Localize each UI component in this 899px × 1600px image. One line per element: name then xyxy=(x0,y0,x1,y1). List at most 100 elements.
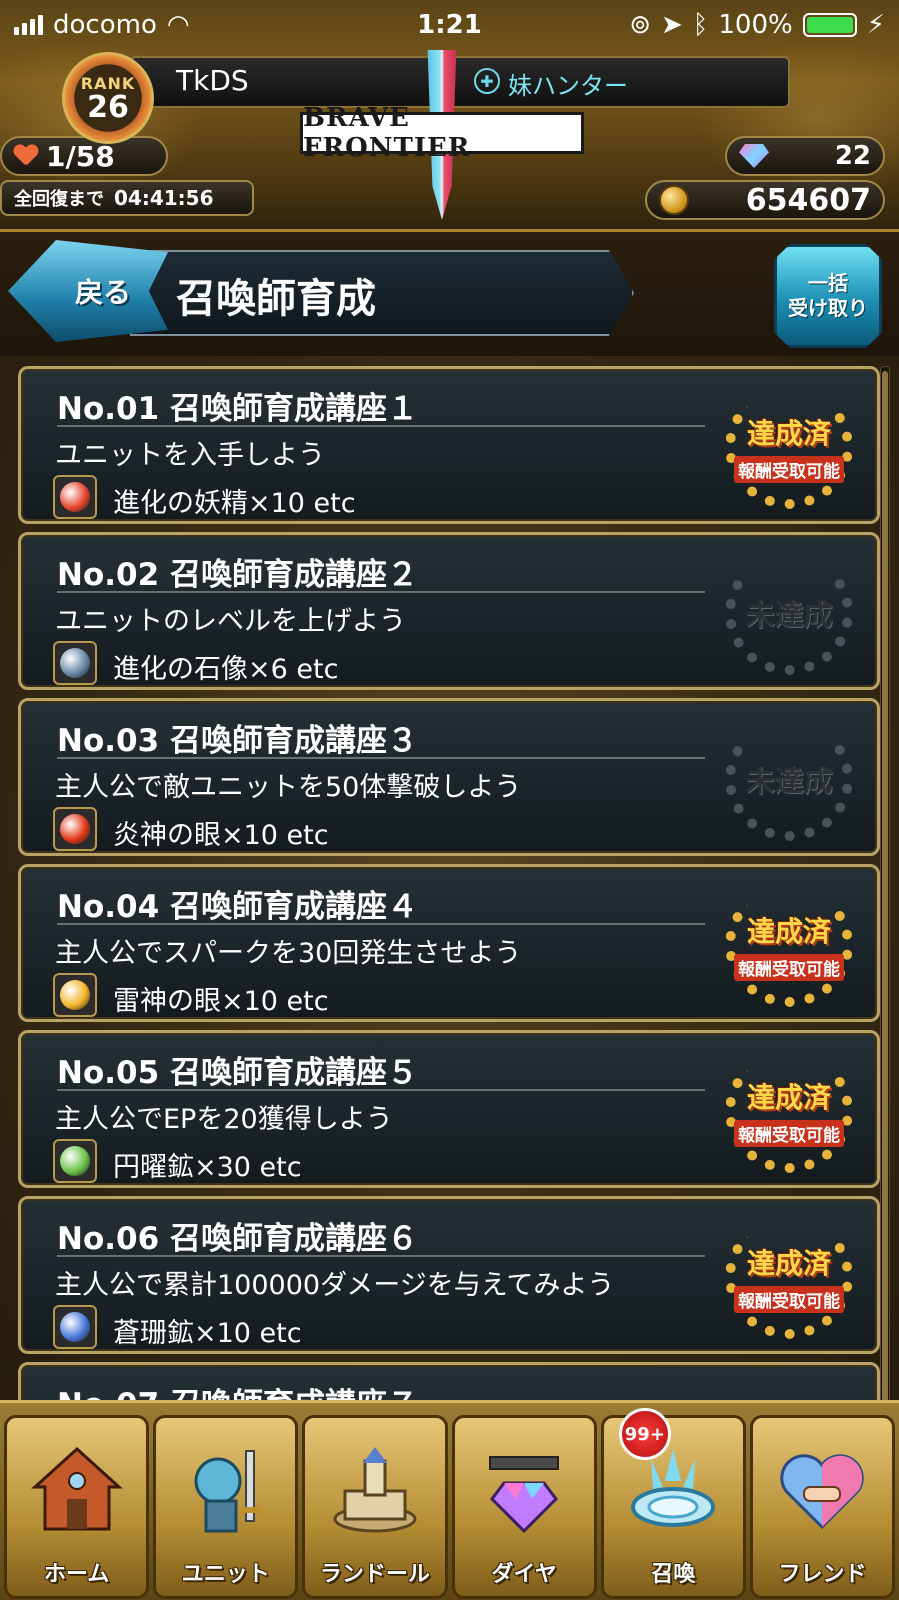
wifi-icon: ◠ xyxy=(166,10,190,40)
status-complete-emblem[interactable]: 達成済報酬受取可能 xyxy=(725,385,853,509)
mission-divider xyxy=(57,591,705,593)
mission-divider xyxy=(57,425,705,427)
mission-divider xyxy=(57,923,705,925)
mission-reward: 進化の妖精×10 etc xyxy=(113,488,356,519)
mission-title: No.06 召喚師育成講座６ xyxy=(57,1221,418,1257)
nav-randall[interactable]: ランドール xyxy=(302,1415,448,1599)
nav-friend[interactable]: フレンド xyxy=(749,1415,896,1599)
mission-reward: 雷神の眼×10 etc xyxy=(113,986,329,1017)
reward-claimable-label: 報酬受取可能 xyxy=(734,1119,844,1147)
bluetooth-icon: ᛒ xyxy=(692,10,709,40)
castle-icon xyxy=(327,1434,423,1544)
reward-orb xyxy=(60,1146,90,1176)
mission-divider xyxy=(57,757,705,759)
recovery-time: 04:41:56 xyxy=(114,186,214,210)
reward-orb xyxy=(60,1312,90,1342)
nav-summon[interactable]: 99+ 召喚 xyxy=(600,1408,746,1599)
battery-icon xyxy=(802,13,857,37)
reward-claimable-label: 報酬受取可能 xyxy=(734,1285,844,1313)
scrollbar-thumb[interactable] xyxy=(882,371,888,1411)
nav-unit-label: ユニット xyxy=(181,1562,270,1587)
page-title: 召喚師育成 xyxy=(176,276,376,322)
nav-diamond-label: ダイヤ xyxy=(491,1562,557,1587)
nav-home[interactable]: ホーム xyxy=(4,1415,150,1599)
nav-diamond[interactable]: ダイヤ xyxy=(451,1415,597,1599)
status-complete-emblem[interactable]: 達成済報酬受取可能 xyxy=(725,1215,853,1339)
reward-item-icon xyxy=(53,973,97,1017)
nav-unit[interactable]: ユニット xyxy=(153,1415,299,1599)
mission-title: No.04 召喚師育成講座４ xyxy=(57,889,418,925)
gem-counter[interactable]: 22 xyxy=(725,136,885,176)
gem-icon xyxy=(739,144,769,168)
reward-item-icon xyxy=(53,641,97,685)
mission-title: No.03 召喚師育成講座３ xyxy=(57,723,418,759)
ios-status-bar: docomo ◠ 1:21 ⊚ ➤ ᛒ 100% ⚡ xyxy=(0,0,899,50)
rank-badge[interactable]: RANK 26 xyxy=(62,52,154,144)
status-incomplete-emblem: 未達成 xyxy=(725,551,853,675)
location-icon: ➤ xyxy=(660,10,683,40)
coin-icon xyxy=(659,185,689,215)
mission-description: 主人公でEPを20獲得しよう xyxy=(55,1104,393,1135)
reward-claimable-label: 報酬受取可能 xyxy=(734,953,844,981)
mission-title: No.05 召喚師育成講座５ xyxy=(57,1055,418,1091)
status-label: 達成済 xyxy=(746,914,831,948)
mission-divider xyxy=(57,1255,705,1257)
house-icon xyxy=(29,1434,125,1544)
battery-percent: 100% xyxy=(718,10,793,40)
scrollbar[interactable] xyxy=(880,366,890,1411)
reward-item-icon xyxy=(53,475,97,519)
mission-card[interactable]: No.05 召喚師育成講座５ 主人公でEPを20獲得しよう円曜鉱×30 etc 達成… xyxy=(18,1030,880,1188)
mission-description: 主人公で敵ユニットを50体撃破しよう xyxy=(55,772,522,803)
recovery-label: 全回復まで xyxy=(14,189,104,210)
status-incomplete-emblem: 未達成 xyxy=(725,717,853,841)
mission-card[interactable]: No.02 召喚師育成講座２ ユニットのレベルを上げよう進化の石像×6 etc 未達… xyxy=(18,532,880,690)
status-complete-emblem[interactable]: 達成済報酬受取可能 xyxy=(725,883,853,1007)
mission-description: ユニットを入手しよう xyxy=(55,440,325,471)
mission-reward: 炎神の眼×10 etc xyxy=(113,820,329,851)
reward-item-icon xyxy=(53,1139,97,1183)
knight-icon xyxy=(178,1434,274,1544)
guild-name: 妹ハンター xyxy=(508,72,628,100)
game-logo: BRAVE FRONTIER xyxy=(300,103,584,163)
energy-value: 1/58 xyxy=(46,139,115,173)
bottom-nav: ホーム ユニット ランドール ダイヤ 99+ 召喚 フレンド xyxy=(0,1400,899,1600)
status-label: 達成済 xyxy=(746,416,831,450)
zel-counter: 654607 xyxy=(645,180,885,220)
bulk-receive-button[interactable]: 一括 受け取り xyxy=(774,244,882,348)
zel-value: 654607 xyxy=(745,182,871,218)
mission-reward: 進化の石像×6 etc xyxy=(113,654,339,685)
mission-card[interactable]: No.06 召喚師育成講座６ 主人公で累計100000ダメージを与えてみよう蒼珊鉱… xyxy=(18,1196,880,1354)
status-label: 達成済 xyxy=(746,1080,831,1114)
mission-title: No.01 召喚師育成講座１ xyxy=(57,391,418,427)
rotation-lock-icon: ⊚ xyxy=(629,10,651,40)
charging-icon: ⚡ xyxy=(866,10,885,40)
status-label: 未達成 xyxy=(745,764,833,798)
mission-card[interactable]: No.04 召喚師育成講座４ 主人公でスパークを30回発生させよう 雷神の眼×10 … xyxy=(18,864,880,1022)
mission-reward: 蒼珊鉱×10 etc xyxy=(113,1318,302,1349)
mission-card[interactable]: No.01 召喚師育成講座１ ユニットを入手しよう進化の妖精×10 etc 達成済報… xyxy=(18,366,880,524)
player-name: TkDS xyxy=(176,64,249,97)
nav-friend-label: フレンド xyxy=(778,1562,867,1587)
nav-home-label: ホーム xyxy=(43,1562,110,1587)
gem-value: 22 xyxy=(834,141,871,171)
bulk-receive-label: 一括 受け取り xyxy=(788,271,868,320)
reward-orb xyxy=(60,814,90,844)
reward-item-icon xyxy=(53,1305,97,1349)
mission-title: No.02 召喚師育成講座２ xyxy=(57,557,418,593)
status-label: 未達成 xyxy=(745,598,833,632)
mission-description: 主人公で累計100000ダメージを与えてみよう xyxy=(55,1270,615,1301)
mission-card[interactable]: No.03 召喚師育成講座３ 主人公で敵ユニットを50体撃破しよう炎神の眼×10 … xyxy=(18,698,880,856)
carrier-name: docomo xyxy=(53,10,157,40)
signal-icon xyxy=(14,15,43,35)
reward-claimable-label: 報酬受取可能 xyxy=(734,455,844,483)
summon-badge: 99+ xyxy=(618,1408,671,1460)
mission-reward: 円曜鉱×30 etc xyxy=(113,1152,302,1183)
energy-counter: 1/58 xyxy=(0,136,168,176)
mission-divider xyxy=(57,1089,705,1091)
status-complete-emblem[interactable]: 達成済報酬受取可能 xyxy=(725,1049,853,1173)
mission-description: ユニットのレベルを上げよう xyxy=(55,606,406,637)
mission-list[interactable]: No.01 召喚師育成講座１ ユニットを入手しよう 進化の妖精×10 etc 達成済報… xyxy=(0,356,899,1420)
heart-handshake-icon xyxy=(774,1434,870,1544)
reward-orb xyxy=(60,482,90,512)
heart-icon xyxy=(14,145,38,167)
